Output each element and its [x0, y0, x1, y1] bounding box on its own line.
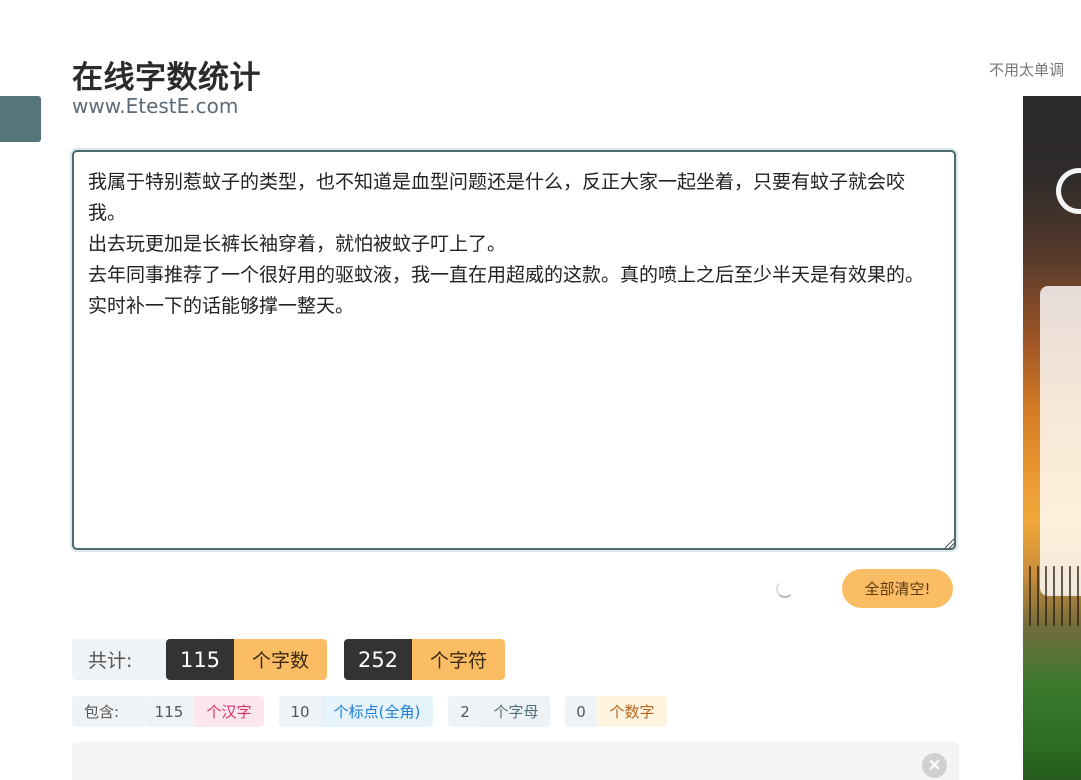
digits-unit: 个数字	[597, 696, 667, 727]
hanzi-unit: 个汉字	[194, 696, 264, 727]
clear-all-button[interactable]: 全部清空!	[842, 569, 953, 608]
word-count-badge: 115 个字数	[166, 639, 327, 680]
site-url[interactable]: www.EtestE.com	[72, 94, 238, 118]
ad-overlay-panel	[1040, 286, 1081, 596]
text-input[interactable]: 我属于特别惹蚊子的类型，也不知道是血型问题还是什么，反正大家一起坐着，只要有蚊子…	[72, 150, 956, 550]
advertisement-image[interactable]	[1023, 96, 1081, 780]
digits-badge: 0 个数字	[565, 696, 667, 727]
close-icon[interactable]: ×	[922, 753, 947, 778]
letters-unit: 个字母	[482, 696, 550, 727]
resize-handle-icon[interactable]	[945, 539, 954, 548]
ad-ring-graphic	[1056, 168, 1081, 214]
punctuation-count: 10	[279, 696, 321, 727]
totals-row: 共计: 115 个字数 252 个字符	[72, 639, 505, 680]
hanzi-count: 115	[144, 696, 194, 727]
page-title: 在线字数统计	[72, 60, 261, 96]
digits-count: 0	[565, 696, 597, 727]
hanzi-badge: 115 个汉字	[144, 696, 264, 727]
loading-spinner-icon	[776, 580, 794, 598]
letters-badge: 2 个字母	[448, 696, 550, 727]
side-tab[interactable]	[0, 96, 41, 142]
details-row: 包含: 115 个汉字 10 个标点(全角) 2 个字母 0 个数字	[72, 696, 667, 727]
punctuation-unit: 个标点(全角)	[321, 696, 433, 727]
char-count-badge: 252 个字符	[344, 639, 505, 680]
top-right-link[interactable]: 不用太单调	[989, 59, 1064, 80]
char-count-unit: 个字符	[412, 639, 505, 680]
punctuation-badge: 10 个标点(全角)	[279, 696, 433, 727]
ad-fence-graphic	[1023, 566, 1081, 626]
details-label: 包含:	[72, 696, 144, 727]
word-count-value: 115	[166, 639, 234, 680]
letters-count: 2	[448, 696, 482, 727]
char-count-value: 252	[344, 639, 412, 680]
word-count-unit: 个字数	[234, 639, 327, 680]
totals-label: 共计:	[72, 639, 166, 680]
info-panel	[72, 742, 959, 780]
